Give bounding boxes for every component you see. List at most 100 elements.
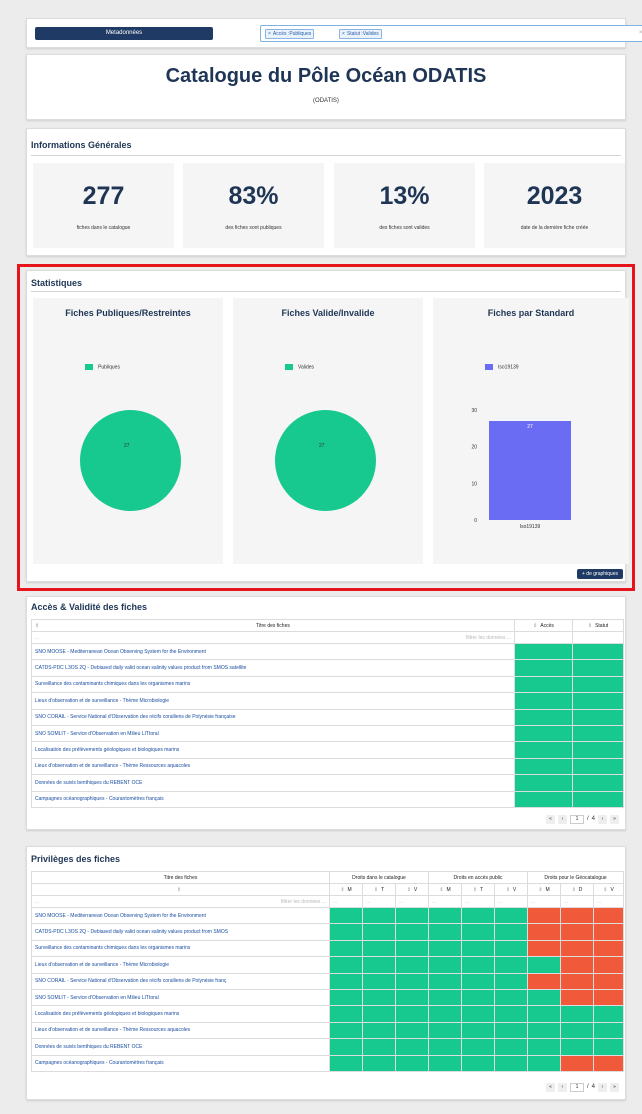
filter-chip-status[interactable]: × Statut :Valides [339,29,382,39]
table-row[interactable]: SNO SOMLIT - Service d'Observation en Mi… [31,724,624,743]
table-row[interactable]: Lieux d'observation et de surveillance -… [31,757,624,776]
prev-page-button[interactable]: ‹ [557,815,567,824]
bar[interactable] [489,421,571,520]
sort-icon[interactable]: ⇕ [603,887,607,893]
table-row[interactable]: Surveillance des contaminants chimiques … [31,675,624,694]
column-header-v[interactable]: ⇕ V [592,883,625,896]
record-title-link[interactable]: Lieux d'observation et de surveillance -… [31,757,515,776]
filter-chip-access[interactable]: × Accès :Publiques [265,29,315,39]
column-header-title[interactable]: ⇕ Titre des fiches [31,619,515,632]
last-page-button[interactable]: » [610,1083,619,1092]
table-row[interactable]: Données de suivis benthiques du REBENT O… [31,774,624,792]
record-title-link[interactable]: SNO SOMLIT - Service d'Observation en Mi… [31,988,330,1007]
filter-input[interactable]: ... [560,895,594,908]
table-row[interactable]: Données de suivis benthiques du REBENT O… [31,1038,625,1056]
record-title-link[interactable]: CATDS-PDC L3OS 2Q - Debiased daily valid… [31,659,515,677]
filter-input[interactable]: ... [362,895,396,908]
column-header-d[interactable]: ⇕ D [560,883,594,896]
record-title-link[interactable]: SNO CORAIL - Service National d'Observat… [31,708,515,726]
record-title-link[interactable]: Lieux d'observation et de surveillance -… [31,692,515,710]
table-row[interactable]: Localisation des prélèvements géologique… [31,1005,625,1023]
record-title-link[interactable]: Localisation des prélèvements géologique… [31,1005,330,1023]
filter-input[interactable]: ... [494,895,528,908]
table-row[interactable]: CATDS-PDC L3OS 2Q - Debiased daily valid… [31,659,624,677]
table-row[interactable]: SNO SOMLIT - Service d'Observation en Mi… [31,988,625,1007]
filter-input[interactable]: ... [395,895,429,908]
filter-input[interactable]: ... [428,895,462,908]
filter-input-status[interactable] [572,631,624,644]
table-row[interactable]: Lieux d'observation et de surveillance -… [31,692,624,710]
filter-input[interactable]: ... [329,895,363,908]
remove-chip-icon[interactable]: × [342,31,345,37]
record-title-link[interactable]: SNO SOMLIT - Service d'Observation en Mi… [31,724,515,743]
record-title-link[interactable]: Données de suivis benthiques du REBENT O… [31,1038,330,1056]
metadata-button[interactable]: Metadonnées [35,27,213,40]
column-header-v[interactable]: ⇕ V [494,883,528,896]
column-header-sort[interactable]: ⇕ [31,883,330,896]
sort-icon[interactable]: ⇕ [473,887,477,893]
pie-slice[interactable] [275,410,376,511]
remove-chip-icon[interactable]: × [268,31,271,37]
record-title-link[interactable]: Surveillance des contaminants chimiques … [31,939,330,958]
record-title-link[interactable]: Surveillance des contaminants chimiques … [31,675,515,694]
page-input[interactable]: 1 [569,815,584,824]
column-header-access[interactable]: ⇕ Accès [514,619,573,632]
sort-icon[interactable]: ⇕ [439,887,443,893]
column-header-m[interactable]: ⇕ M [329,883,363,896]
record-title-link[interactable]: SNO MOOSE - Mediterranean Ocean Observin… [31,642,515,661]
sort-icon[interactable]: ⇕ [572,887,576,893]
record-title-link[interactable]: Lieux d'observation et de surveillance -… [31,1021,330,1040]
table-row[interactable]: Localisation des prélèvements géologique… [31,741,624,759]
record-title-link[interactable]: Lieux d'observation et de surveillance -… [31,956,330,974]
column-header-m[interactable]: ⇕ M [428,883,462,896]
filter-input-title[interactable]: ... filtrer les données ... [31,895,330,908]
column-header-t[interactable]: ⇕ T [461,883,495,896]
sort-icon[interactable]: ⇕ [177,887,181,893]
first-page-button[interactable]: « [545,1083,555,1092]
sort-icon[interactable]: ⇕ [506,887,510,893]
table-row[interactable]: SNO MOOSE - Mediterranean Ocean Observin… [31,906,625,925]
table-row[interactable]: SNO CORAIL - Service National d'Observat… [31,972,625,990]
sort-icon[interactable]: ⇕ [538,887,542,893]
sort-icon[interactable]: ⇕ [35,623,39,629]
record-title-link[interactable]: Données de suivis benthiques du REBENT O… [31,774,515,792]
table-row[interactable]: Surveillance des contaminants chimiques … [31,939,625,958]
record-title-link[interactable]: Campagnes océanographiques - Courantomèt… [31,790,515,808]
column-header-status[interactable]: ⇕ Statut [572,619,624,632]
legend-item[interactable]: Valides [285,364,314,370]
sort-icon[interactable]: ⇕ [588,623,592,629]
sort-icon[interactable]: ⇕ [533,623,537,629]
record-title-link[interactable]: SNO CORAIL - Service National d'Observat… [31,972,330,990]
table-row[interactable]: SNO MOOSE - Mediterranean Ocean Observin… [31,642,624,661]
first-page-button[interactable]: « [545,815,555,824]
table-row[interactable]: Campagnes océanographiques - Courantomèt… [31,790,624,808]
filter-input-title[interactable]: ... filtrer les données ... [31,631,515,644]
table-row[interactable]: Lieux d'observation et de surveillance -… [31,1021,625,1040]
prev-page-button[interactable]: ‹ [557,1083,567,1092]
column-header-m[interactable]: ⇕ M [527,883,561,896]
record-title-link[interactable]: Campagnes océanographiques - Courantomèt… [31,1054,330,1072]
filter-input[interactable]: ... [461,895,495,908]
record-title-link[interactable]: SNO MOOSE - Mediterranean Ocean Observin… [31,906,330,925]
record-title-link[interactable]: Localisation des prélèvements géologique… [31,741,515,759]
filter-input[interactable]: ... [527,895,561,908]
table-row[interactable]: SNO CORAIL - Service National d'Observat… [31,708,624,726]
next-page-button[interactable]: › [598,815,607,824]
column-header-t[interactable]: ⇕ T [362,883,396,896]
sort-icon[interactable]: ⇕ [340,887,344,893]
last-page-button[interactable]: » [610,815,619,824]
sort-icon[interactable]: ⇕ [374,887,378,893]
next-page-button[interactable]: › [598,1083,607,1092]
table-row[interactable]: CATDS-PDC L3OS 2Q - Debiased daily valid… [31,923,625,941]
pie-slice[interactable] [80,410,181,511]
filter-input-access[interactable] [514,631,573,644]
page-input[interactable]: 1 [569,1083,584,1092]
more-charts-button[interactable]: + de graphiques [576,569,623,579]
sort-icon[interactable]: ⇕ [407,887,411,893]
filter-input[interactable]: ... [592,895,625,908]
filter-select[interactable]: ×Accès :Publiques ×Statut :Valides × ▾ [260,25,642,42]
column-header-v[interactable]: ⇕ V [395,883,429,896]
table-row[interactable]: Campagnes océanographiques - Courantomèt… [31,1054,625,1072]
record-title-link[interactable]: CATDS-PDC L3OS 2Q - Debiased daily valid… [31,923,330,941]
legend-item[interactable]: Publiques [85,364,120,370]
